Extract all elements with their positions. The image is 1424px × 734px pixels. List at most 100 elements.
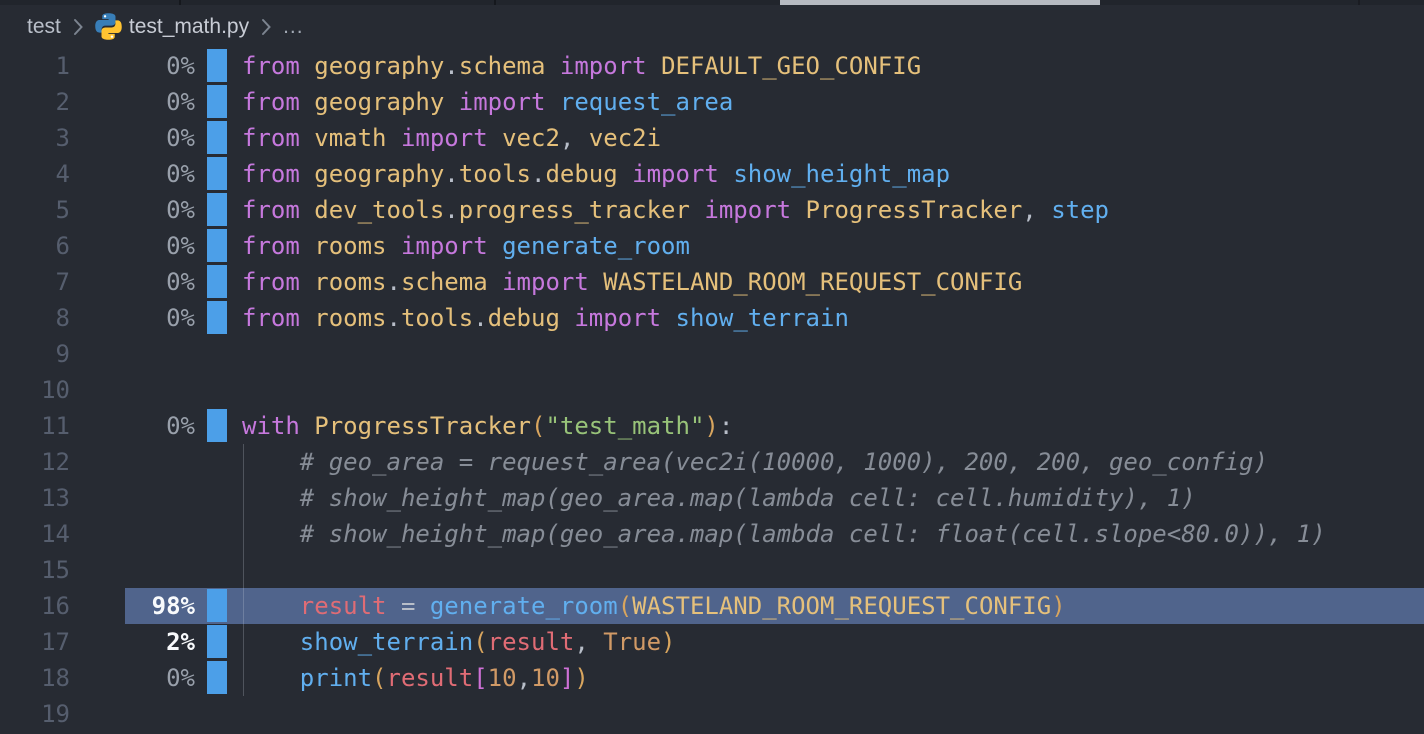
code-token (589, 628, 603, 656)
code-token: from (242, 88, 300, 116)
gutter-marker-cell (195, 48, 242, 84)
line-number[interactable]: 15 (0, 552, 70, 588)
line-number[interactable]: 13 (0, 480, 70, 516)
code-line[interactable]: 70% from rooms.schema import WASTELAND_RO… (0, 264, 1424, 300)
code-token: import (502, 268, 589, 296)
code-token: import (401, 232, 488, 260)
code-content[interactable]: result = generate_room(WASTELAND_ROOM_RE… (242, 588, 1424, 624)
code-content[interactable]: from vmath import vec2, vec2i (242, 120, 1424, 156)
code-line[interactable]: 1698% result = generate_room(WASTELAND_R… (0, 588, 1424, 624)
coverage-marker (207, 409, 227, 442)
code-line[interactable]: 172% show_terrain(result, True) (0, 624, 1424, 660)
code-line[interactable]: 19 (0, 696, 1424, 732)
line-number[interactable]: 8 (0, 300, 70, 336)
code-content[interactable]: # show_height_map(geo_area.map(lambda ce… (242, 516, 1424, 552)
line-number[interactable]: 3 (0, 120, 70, 156)
code-line[interactable]: 15 (0, 552, 1424, 588)
code-content[interactable]: show_terrain(result, True) (242, 624, 1424, 660)
line-number[interactable]: 17 (0, 624, 70, 660)
code-content[interactable]: from dev_tools.progress_tracker import P… (242, 192, 1424, 228)
code-content[interactable]: print(result[10,10]) (242, 660, 1424, 696)
code-token: . (444, 196, 458, 224)
code-line[interactable]: 14 # show_height_map(geo_area.map(lambda… (0, 516, 1424, 552)
line-number[interactable]: 11 (0, 408, 70, 444)
code-content[interactable] (242, 336, 1424, 372)
code-content[interactable]: from rooms.schema import WASTELAND_ROOM_… (242, 264, 1424, 300)
line-number[interactable]: 1 (0, 48, 70, 84)
code-token: generate_room (430, 592, 618, 620)
code-line[interactable]: 30% from vmath import vec2, vec2i (0, 120, 1424, 156)
code-line[interactable]: 110% with ProgressTracker("test_math"): (0, 408, 1424, 444)
code-token: "test_math" (545, 412, 704, 440)
code-token: step (1051, 196, 1109, 224)
code-token (387, 592, 401, 620)
code-content[interactable]: with ProgressTracker("test_math"): (242, 408, 1424, 444)
code-token (387, 124, 401, 152)
code-line[interactable]: 40%from geography.tools.debug import sho… (0, 156, 1424, 192)
code-line[interactable]: 9 (0, 336, 1424, 372)
code-token: from (242, 304, 300, 332)
code-line[interactable]: 20%from geography import request_area (0, 84, 1424, 120)
coverage-marker (207, 193, 227, 226)
breadcrumb-folder[interactable]: test (27, 15, 61, 39)
line-number[interactable]: 19 (0, 696, 70, 732)
code-token: schema (401, 268, 488, 296)
code-content[interactable]: # geo_area = request_area(vec2i(10000, 1… (242, 444, 1424, 480)
editor-window: test test_math.py ... 10%from geography.… (0, 0, 1424, 734)
coverage-percent (70, 444, 195, 480)
line-number[interactable]: 4 (0, 156, 70, 192)
code-token: show_terrain (676, 304, 849, 332)
gutter-marker-cell (195, 696, 242, 732)
code-content[interactable]: # show_height_map(geo_area.map(lambda ce… (242, 480, 1424, 516)
line-number[interactable]: 2 (0, 84, 70, 120)
code-content[interactable]: from rooms.tools.debug import show_terra… (242, 300, 1424, 336)
code-line[interactable]: 50%from dev_tools.progress_tracker impor… (0, 192, 1424, 228)
line-number[interactable]: 14 (0, 516, 70, 552)
coverage-percent: 0% (70, 120, 195, 156)
code-token (488, 232, 502, 260)
code-line[interactable]: 10%from geography.schema import DEFAULT_… (0, 48, 1424, 84)
code-token (415, 592, 429, 620)
code-token (791, 196, 805, 224)
line-number[interactable]: 6 (0, 228, 70, 264)
code-line[interactable]: 180% print(result[10,10]) (0, 660, 1424, 696)
coverage-percent: 2% (70, 624, 195, 660)
breadcrumb-symbol-ellipsis[interactable]: ... (283, 15, 304, 39)
code-content[interactable] (242, 696, 1424, 732)
code-token: result (387, 664, 474, 692)
code-token (300, 88, 314, 116)
code-line[interactable]: 13 # show_height_map(geo_area.map(lambda… (0, 480, 1424, 516)
code-line[interactable]: 60%from rooms import generate_room (0, 228, 1424, 264)
line-number[interactable]: 10 (0, 372, 70, 408)
code-content[interactable]: from geography import request_area (242, 84, 1424, 120)
code-content[interactable]: from geography.tools.debug import show_h… (242, 156, 1424, 192)
coverage-percent: 0% (70, 264, 195, 300)
code-token: debug (545, 160, 617, 188)
line-number[interactable]: 7 (0, 264, 70, 300)
chevron-right-icon (259, 16, 273, 38)
gutter-marker-cell (195, 408, 242, 444)
code-line[interactable]: 80%from rooms.tools.debug import show_te… (0, 300, 1424, 336)
gutter-marker-cell (195, 120, 242, 156)
code-content[interactable]: from geography.schema import DEFAULT_GEO… (242, 48, 1424, 84)
code-token: show_height_map (733, 160, 950, 188)
line-number[interactable]: 12 (0, 444, 70, 480)
code-token (488, 268, 502, 296)
code-token: WASTELAND_ROOM_REQUEST_CONFIG (603, 268, 1022, 296)
coverage-percent: 0% (70, 408, 195, 444)
code-content[interactable] (242, 552, 1424, 588)
code-content[interactable] (242, 372, 1424, 408)
code-line[interactable]: 12 # geo_area = request_area(vec2i(10000… (0, 444, 1424, 480)
gutter-marker-cell (195, 480, 242, 516)
code-content[interactable]: from rooms import generate_room (242, 228, 1424, 264)
line-number[interactable]: 18 (0, 660, 70, 696)
gutter-marker-cell (195, 552, 242, 588)
code-token (545, 52, 559, 80)
breadcrumb-filename[interactable]: test_math.py (129, 15, 249, 39)
gutter-marker-cell (195, 660, 242, 696)
code-line[interactable]: 10 (0, 372, 1424, 408)
line-number[interactable]: 16 (0, 588, 70, 624)
code-token: ) (574, 664, 588, 692)
line-number[interactable]: 9 (0, 336, 70, 372)
line-number[interactable]: 5 (0, 192, 70, 228)
